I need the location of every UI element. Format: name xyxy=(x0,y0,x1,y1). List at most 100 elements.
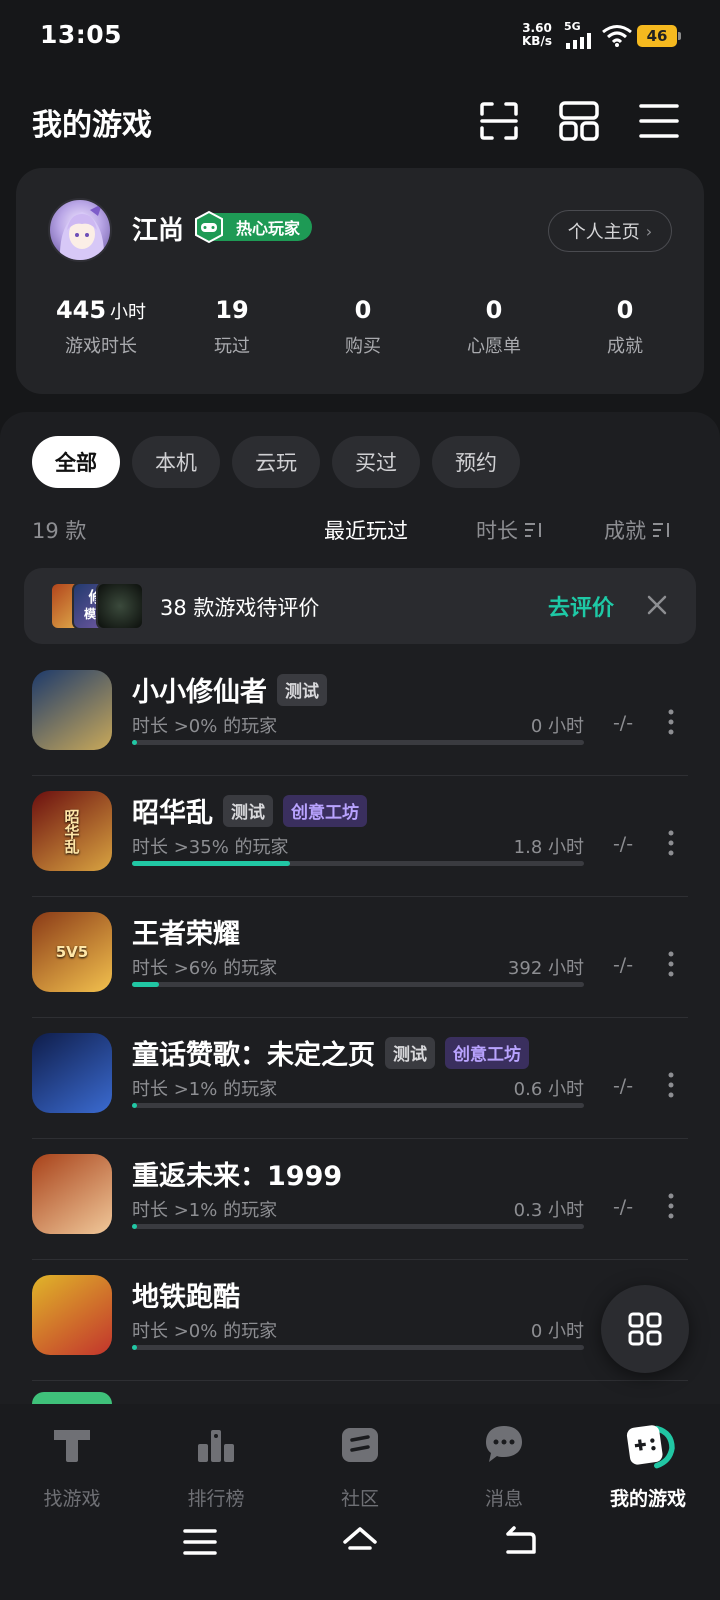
playtime-progress-bar xyxy=(132,1345,584,1350)
stat-play-time[interactable]: 445 小时 游戏时长 xyxy=(36,296,166,358)
more-options-icon[interactable] xyxy=(666,1192,676,1220)
filter-chip-cloud[interactable]: 云玩 xyxy=(232,436,320,488)
community-icon xyxy=(342,1428,378,1462)
game-icon[interactable]: 5V5 xyxy=(32,912,112,992)
apps-grid-button[interactable] xyxy=(601,1285,689,1373)
test-tag: 测试 xyxy=(385,1036,435,1069)
sort-recent[interactable]: 最近玩过 xyxy=(324,515,408,545)
menu-icon[interactable] xyxy=(638,100,680,142)
sort-icon xyxy=(525,523,541,537)
filter-chip-bought[interactable]: 买过 xyxy=(332,436,420,488)
stat-value: 0 xyxy=(354,296,372,324)
system-menu-icon[interactable] xyxy=(180,1522,220,1562)
nav-discover[interactable]: 找游戏 xyxy=(0,1422,144,1511)
game-row[interactable]: 童话赞歌：未定之页 测试 创意工坊 时长 >1% 的玩家 0.6 小时 -/- xyxy=(32,1019,688,1139)
achievement-count: -/- xyxy=(612,712,634,734)
progress-fill xyxy=(132,1224,137,1229)
sort-achievement[interactable]: 成就 xyxy=(604,515,670,545)
more-options-icon[interactable] xyxy=(666,829,676,857)
play-hours: 0 小时 xyxy=(530,1321,584,1342)
achievement-count: -/- xyxy=(612,954,634,976)
sort-duration[interactable]: 时长 xyxy=(476,515,542,545)
gamepad-badge-icon xyxy=(195,210,223,244)
stat-purchased[interactable]: 0 购买 xyxy=(298,296,428,358)
progress-fill xyxy=(132,1345,137,1350)
stat-value: 0 xyxy=(616,296,634,324)
enthusiast-badge[interactable]: 热心玩家 xyxy=(195,210,313,244)
avatar[interactable] xyxy=(48,198,112,262)
player-percentile: 时长 >35% 的玩家 xyxy=(132,837,289,858)
game-name: 王者荣耀 xyxy=(132,919,240,950)
scan-icon[interactable] xyxy=(478,100,520,142)
player-percentile: 时长 >1% 的玩家 xyxy=(132,1079,278,1100)
stat-label: 成就 xyxy=(607,336,643,357)
pending-thumb xyxy=(96,582,144,630)
game-title-line: 王者荣耀 xyxy=(132,912,240,951)
game-title-line: 昭华乱 测试 创意工坊 xyxy=(132,791,367,830)
playtime-progress-bar xyxy=(132,740,584,745)
rate-now-link[interactable]: 去评价 xyxy=(548,590,614,622)
playtime-progress-bar xyxy=(132,982,584,987)
rate-banner-text: 38 款游戏待评价 xyxy=(160,596,320,620)
stat-achievements[interactable]: 0 成就 xyxy=(560,296,690,358)
row-divider xyxy=(32,1259,688,1260)
play-hours: 1.8 小时 xyxy=(513,837,584,858)
stat-value: 19 xyxy=(215,296,249,324)
stat-label: 购买 xyxy=(345,336,381,357)
player-percentile: 时长 >1% 的玩家 xyxy=(132,1200,278,1221)
stat-played[interactable]: 19 玩过 xyxy=(167,296,297,358)
game-icon[interactable] xyxy=(32,670,112,750)
rate-games-banner[interactable]: 修 模拟 38 款游戏待评价 去评价 xyxy=(24,568,696,644)
game-row[interactable]: 重返未来：1999 时长 >1% 的玩家 0.3 小时 -/- xyxy=(32,1140,688,1260)
game-title-line: 重返未来：1999 xyxy=(132,1154,342,1193)
close-icon[interactable] xyxy=(646,594,668,616)
system-home-icon[interactable] xyxy=(340,1522,380,1562)
game-name: 重返未来：1999 xyxy=(132,1161,343,1192)
wifi-icon xyxy=(602,25,632,47)
chevron-right-icon: › xyxy=(645,221,653,241)
stat-label: 玩过 xyxy=(214,336,250,357)
more-options-icon[interactable] xyxy=(666,708,676,736)
more-options-icon[interactable] xyxy=(666,1071,676,1099)
game-icon[interactable]: 昭华乱 xyxy=(32,791,112,871)
game-row[interactable]: 地铁跑酷 时长 >0% 的玩家 0 小时 xyxy=(32,1261,688,1381)
homepage-button[interactable]: 个人主页 › xyxy=(548,210,672,252)
network-type: 5G xyxy=(564,20,581,33)
stat-wishlist[interactable]: 0 心愿单 xyxy=(429,296,559,358)
nav-my-games[interactable]: 我的游戏 xyxy=(576,1422,720,1511)
layout-grid-icon[interactable] xyxy=(558,100,600,142)
filter-chip-local[interactable]: 本机 xyxy=(132,436,220,488)
nav-label: 我的游戏 xyxy=(609,1488,686,1510)
row-divider xyxy=(32,1138,688,1139)
game-icon[interactable] xyxy=(32,1033,112,1113)
sort-icon xyxy=(653,523,669,537)
game-icon[interactable] xyxy=(32,1154,112,1234)
nav-label: 消息 xyxy=(484,1488,523,1510)
player-percentile: 时长 >0% 的玩家 xyxy=(132,716,278,737)
nav-ranking[interactable]: 排行榜 xyxy=(144,1422,288,1511)
bottom-navigation: 找游戏 排行榜 社区 消息 我的游戏 xyxy=(0,1404,720,1600)
nav-messages[interactable]: 消息 xyxy=(432,1422,576,1511)
page-title: 我的游戏 xyxy=(32,108,152,143)
filter-chip-reserved[interactable]: 预约 xyxy=(432,436,520,488)
game-row[interactable]: 5V5 王者荣耀 时长 >6% 的玩家 392 小时 -/- xyxy=(32,898,688,1018)
progress-fill xyxy=(132,1103,137,1108)
progress-fill xyxy=(132,982,160,987)
game-row[interactable]: 小小修仙者 测试 时长 >0% 的玩家 0 小时 -/- xyxy=(32,656,688,776)
game-row[interactable]: 昭华乱 昭华乱 测试 创意工坊时长 >35% 的玩家 1.8 小时 -/- xyxy=(32,777,688,897)
achievement-count: -/- xyxy=(612,833,634,855)
filter-chip-all[interactable]: 全部 xyxy=(32,436,120,488)
row-divider xyxy=(32,775,688,776)
badge-label: 热心玩家 xyxy=(236,219,301,238)
stat-value: 0 xyxy=(485,296,503,324)
nav-label: 社区 xyxy=(340,1488,379,1510)
system-back-icon[interactable] xyxy=(500,1522,540,1562)
discover-icon xyxy=(54,1430,90,1462)
nav-community[interactable]: 社区 xyxy=(288,1422,432,1511)
network-speed: 3.60 KB/s xyxy=(522,22,552,48)
pending-game-thumbnails: 修 模拟 xyxy=(50,582,144,630)
more-options-icon[interactable] xyxy=(666,950,676,978)
game-title-line: 童话赞歌：未定之页 测试 创意工坊 xyxy=(132,1033,529,1072)
game-icon[interactable] xyxy=(32,1275,112,1355)
row-divider xyxy=(32,896,688,897)
